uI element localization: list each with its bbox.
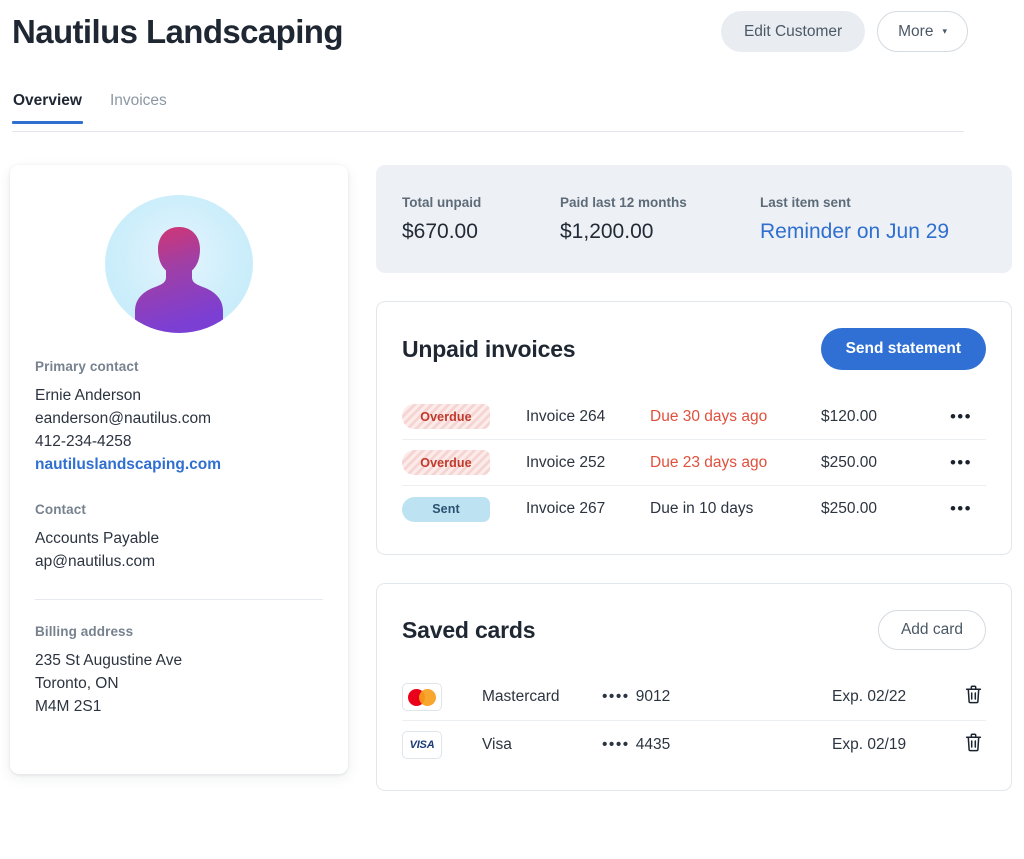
profile-divider: [35, 599, 323, 600]
stat-last-item-sent: Last item sent Reminder on Jun 29: [760, 195, 949, 244]
tab-overview[interactable]: Overview: [12, 92, 83, 124]
card-mask: ••••: [602, 688, 630, 705]
billing-address-block: Billing address 235 St Augustine Ave Tor…: [35, 624, 323, 718]
row-menu-icon[interactable]: •••: [941, 500, 986, 517]
row-menu-icon[interactable]: •••: [941, 454, 986, 471]
invoice-amount: $250.00: [821, 500, 878, 517]
last-item-sent-link[interactable]: Reminder on Jun 29: [760, 220, 949, 244]
saved-cards-card: Saved cards Add card Mastercard •••• 9012…: [376, 583, 1012, 791]
add-card-label: Add card: [900, 621, 963, 638]
avatar-wrapper: [35, 189, 323, 359]
contact-block: Contact Accounts Payable ap@nautilus.com: [35, 502, 323, 573]
stat-label: Total unpaid: [402, 194, 482, 210]
summary-stats-bar: Total unpaid $670.00 Paid last 12 months…: [376, 165, 1012, 273]
stat-label: Paid last 12 months: [560, 194, 687, 210]
trash-icon[interactable]: [952, 733, 982, 757]
billing-address-line-2: Toronto, ON: [35, 675, 119, 692]
visa-logo-icon: VISA: [402, 730, 442, 759]
primary-contact-email: eanderson@nautilus.com: [35, 410, 212, 427]
customer-detail-page: Nautilus Landscaping Edit Customer More …: [0, 0, 1024, 859]
billing-address-label: Billing address: [35, 624, 134, 639]
stat-total-unpaid: Total unpaid $670.00: [402, 195, 560, 244]
unpaid-invoices-card: Unpaid invoices Send statement Overdue I…: [376, 301, 1012, 555]
invoice-number: Invoice 252: [526, 453, 606, 471]
card-brand: Mastercard: [482, 688, 560, 705]
card-brand: Visa: [482, 735, 512, 753]
list-item[interactable]: VISA Visa •••• 4435 Exp. 02/19: [402, 721, 986, 768]
more-label: More: [898, 22, 934, 40]
contact-email: ap@nautilus.com: [35, 553, 155, 570]
card-expiry: Exp. 02/22: [832, 688, 907, 705]
stat-value: $670.00: [402, 219, 478, 243]
page-title: Nautilus Landscaping: [12, 13, 343, 50]
table-row[interactable]: Overdue Invoice 264 Due 30 days ago $120…: [402, 394, 986, 440]
billing-address-line-1: 235 St Augustine Ave: [35, 652, 183, 669]
primary-contact-phone: 412-234-4258: [35, 433, 132, 450]
invoice-due: Due in 10 days: [650, 500, 754, 517]
stat-paid-last-12-months: Paid last 12 months $1,200.00: [560, 195, 760, 244]
invoice-amount: $250.00: [821, 453, 878, 471]
send-statement-button[interactable]: Send statement: [820, 328, 986, 370]
person-icon: [135, 227, 223, 333]
tab-bar: Overview Invoices: [12, 92, 964, 132]
customer-main-column: Total unpaid $670.00 Paid last 12 months…: [376, 165, 1012, 791]
card-digits: •••• 9012: [602, 688, 832, 706]
saved-cards-header: Saved cards Add card: [402, 610, 986, 650]
contact-label: Contact: [35, 502, 86, 517]
card-mask: ••••: [602, 735, 630, 753]
chevron-down-icon: ▾: [942, 26, 947, 36]
contact-name: Accounts Payable: [35, 530, 160, 547]
primary-contact-name: Ernie Anderson: [35, 387, 141, 404]
stat-label: Last item sent: [760, 194, 851, 210]
billing-address-line-3: M4M 2S1: [35, 698, 102, 715]
invoice-number: Invoice 267: [526, 500, 606, 517]
card-expiry: Exp. 02/19: [832, 735, 907, 753]
edit-customer-label: Edit Customer: [743, 22, 843, 40]
more-button[interactable]: More ▾: [877, 11, 968, 52]
unpaid-invoices-header: Unpaid invoices Send statement: [402, 328, 986, 370]
card-last4: 9012: [635, 688, 671, 705]
add-card-button[interactable]: Add card: [877, 610, 986, 650]
mastercard-logo-icon: [402, 683, 442, 711]
primary-contact-label: Primary contact: [35, 359, 139, 374]
edit-customer-button[interactable]: Edit Customer: [720, 11, 866, 52]
unpaid-invoices-title: Unpaid invoices: [402, 335, 576, 362]
page-header: Nautilus Landscaping Edit Customer More …: [0, 0, 1024, 66]
send-statement-label: Send statement: [845, 340, 961, 357]
invoice-due: Due 23 days ago: [650, 453, 768, 471]
status-badge: Overdue: [402, 450, 490, 475]
trash-icon[interactable]: [952, 685, 982, 709]
list-item[interactable]: Mastercard •••• 9012 Exp. 02/22: [402, 674, 986, 721]
card-digits: •••• 4435: [602, 736, 832, 754]
customer-profile-column: Primary contact Ernie Anderson eanderson…: [10, 165, 348, 774]
primary-contact-block: Primary contact Ernie Anderson eanderson…: [35, 359, 323, 476]
stat-value: $1,200.00: [560, 219, 654, 243]
tab-invoices[interactable]: Invoices: [109, 92, 168, 123]
avatar: [105, 195, 253, 333]
customer-website-link[interactable]: nautiluslandscaping.com: [35, 453, 221, 476]
customer-profile-card: Primary contact Ernie Anderson eanderson…: [10, 165, 348, 774]
table-row[interactable]: Sent Invoice 267 Due in 10 days $250.00 …: [402, 486, 986, 532]
row-menu-icon[interactable]: •••: [941, 408, 986, 425]
invoice-number: Invoice 264: [526, 407, 606, 425]
table-row[interactable]: Overdue Invoice 252 Due 23 days ago $250…: [402, 440, 986, 486]
saved-cards-title: Saved cards: [402, 616, 536, 643]
status-badge: Overdue: [402, 404, 490, 429]
card-last4: 4435: [635, 735, 671, 753]
status-badge: Sent: [402, 496, 490, 522]
invoice-amount: $120.00: [821, 407, 878, 425]
invoice-due: Due 30 days ago: [650, 407, 768, 425]
header-actions: Edit Customer More ▾: [720, 11, 968, 52]
